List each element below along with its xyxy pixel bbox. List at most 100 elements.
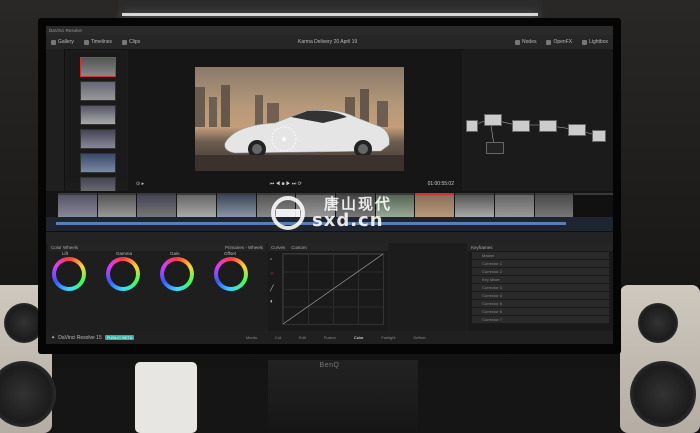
page-cut[interactable]: Cut (275, 335, 281, 340)
page-fairlight[interactable]: Fairlight (381, 335, 395, 340)
gallery-sidebar (46, 49, 65, 191)
clip-thumbnail[interactable] (534, 193, 574, 217)
edit-parameters-panel[interactable] (390, 243, 466, 331)
node[interactable] (466, 120, 478, 132)
timelines-icon (83, 39, 89, 45)
gallery-icon (51, 39, 56, 45)
still-thumbnail[interactable] (80, 105, 116, 125)
clip-thumbnail[interactable] (177, 193, 216, 217)
resolve-window: DaVinci Resolve Gallery Timelines Clips … (46, 26, 613, 344)
keyframe-row[interactable]: Corrector 4 (472, 292, 609, 299)
color-wheels-panel: Color Wheels Primaries - Wheels Lift Gam… (48, 243, 266, 331)
tab-nodes[interactable]: Nodes (515, 39, 536, 45)
node[interactable] (539, 120, 557, 132)
keyframe-row[interactable]: Key Mixer (472, 276, 609, 283)
keyframe-row[interactable]: Corrector 5 (472, 300, 609, 307)
right-speaker (620, 285, 700, 433)
node[interactable] (592, 130, 606, 142)
wheel-label-lift: Lift (62, 251, 69, 256)
curve-line (282, 253, 384, 325)
clip-thumbnail[interactable] (97, 193, 137, 217)
app-version: DaVinci Resolve 15 (58, 334, 102, 341)
clip-thumbnail[interactable] (216, 193, 256, 217)
tab-lightbox[interactable]: Lightbox (582, 39, 608, 45)
clip-thumbnail[interactable] (58, 193, 97, 217)
clip-thumbnail[interactable] (494, 193, 534, 217)
resolve-logo-icon: ✦ (51, 334, 56, 341)
beta-badge: PUBLIC BETA (104, 335, 135, 340)
keyframe-row[interactable]: Corrector 7 (472, 316, 609, 323)
window-titlebar: DaVinci Resolve (46, 26, 613, 35)
nodes-icon (515, 39, 521, 45)
lift-wheel[interactable] (52, 257, 86, 291)
still-thumbnail[interactable] (80, 81, 116, 101)
wheel-label-gain: Gain (170, 251, 180, 256)
curves-panel: Curves Custom ▫ ○ ╱ ◐ (268, 243, 388, 331)
clips-icon (122, 39, 128, 45)
still-thumbnail[interactable] (80, 153, 116, 173)
page-fusion[interactable]: Fusion (324, 335, 336, 340)
keyframes-header: Keyframes (471, 244, 493, 250)
phone-device (135, 362, 197, 433)
viewer-zoom-icon[interactable]: ⊙ ▸ (136, 181, 144, 187)
color-wheels-header: Color Wheels (51, 244, 79, 250)
keyframe-row[interactable]: Corrector 6 (472, 308, 609, 315)
top-toolbar: Gallery Timelines Clips Karma Delivery 2… (46, 35, 613, 50)
still-gallery (66, 53, 126, 197)
node[interactable] (512, 120, 530, 132)
curve-graph[interactable] (282, 253, 384, 325)
curves-mode[interactable]: Custom (291, 245, 307, 250)
page-deliver[interactable]: Deliver (413, 335, 425, 340)
circle-icon[interactable]: ○ (270, 271, 280, 285)
monitor-brand: BenQ (319, 362, 340, 369)
tab-openfx[interactable]: OpenFX (546, 39, 572, 45)
page-color[interactable]: Color (354, 335, 364, 340)
square-icon[interactable]: ▫ (270, 257, 280, 271)
node[interactable] (568, 124, 586, 136)
gain-wheel[interactable] (160, 257, 194, 291)
window-title: DaVinci Resolve (49, 28, 82, 33)
watermark-logo-icon (271, 196, 305, 230)
viewer-transport: ⊙ ▸ ⏮ ◀ ■ ▶ ⏭ ⟳ 01:00:55:02 (128, 177, 462, 191)
page-edit[interactable]: Edit (299, 335, 306, 340)
openfx-icon (546, 39, 552, 45)
node[interactable] (484, 114, 502, 126)
keyframe-row[interactable]: Master (472, 252, 609, 259)
pen-icon[interactable]: ╱ (270, 285, 280, 299)
clip-thumbnail[interactable] (574, 193, 613, 217)
project-title: Karma Delivery 20 April 19 (298, 39, 358, 45)
tab-timelines[interactable]: Timelines (83, 39, 112, 45)
page-media[interactable]: Media (246, 335, 257, 340)
offset-wheel[interactable] (214, 257, 248, 291)
main-area: ⊙ ▸ ⏮ ◀ ■ ▶ ⏭ ⟳ 01:00:55:02 (46, 49, 613, 197)
keyframe-row[interactable]: Corrector 2 (472, 268, 609, 275)
node-editor (464, 49, 613, 191)
keyframes-panel: Keyframes Master Corrector 1 Corrector 2… (468, 243, 613, 331)
monitor-light-bar (118, 0, 542, 18)
color-wheels-mode[interactable]: Primaries - Wheels (225, 245, 263, 250)
clip-thumbnail[interactable] (137, 193, 177, 217)
watermark-url: sxd.cn (312, 210, 384, 231)
car-scene (195, 85, 404, 171)
keyframe-row[interactable]: Corrector 3 (472, 284, 609, 291)
color-panels: Color Wheels Primaries - Wheels Lift Gam… (46, 243, 613, 331)
monitor: DaVinci Resolve Gallery Timelines Clips … (38, 18, 621, 369)
gradient-icon[interactable]: ◐ (270, 299, 280, 313)
status-bar: ✦ DaVinci Resolve 15 PUBLIC BETA Media C… (46, 331, 613, 344)
gamma-wheel[interactable] (106, 257, 140, 291)
still-thumbnail[interactable] (80, 129, 116, 149)
tab-gallery[interactable]: Gallery (51, 39, 74, 45)
watermark: 唐山现代 sxd.cn (268, 193, 438, 233)
still-thumbnail[interactable] (80, 57, 116, 77)
viewer-image[interactable] (195, 67, 404, 171)
wheel-label-offset: Offset (224, 251, 236, 256)
keyframe-row[interactable]: Corrector 1 (472, 260, 609, 267)
transport-controls[interactable]: ⏮ ◀ ■ ▶ ⏭ ⟳ (270, 181, 302, 187)
node[interactable] (486, 142, 504, 154)
clip-thumbnail[interactable] (455, 193, 494, 217)
tab-clips[interactable]: Clips (122, 39, 140, 45)
page-switcher: Media Cut Edit Fusion Color Fairlight De… (246, 331, 426, 344)
timecode: 01:00:55:02 (427, 181, 454, 187)
wheel-label-gamma: Gamma (116, 251, 133, 256)
monitor-stand (268, 360, 418, 433)
